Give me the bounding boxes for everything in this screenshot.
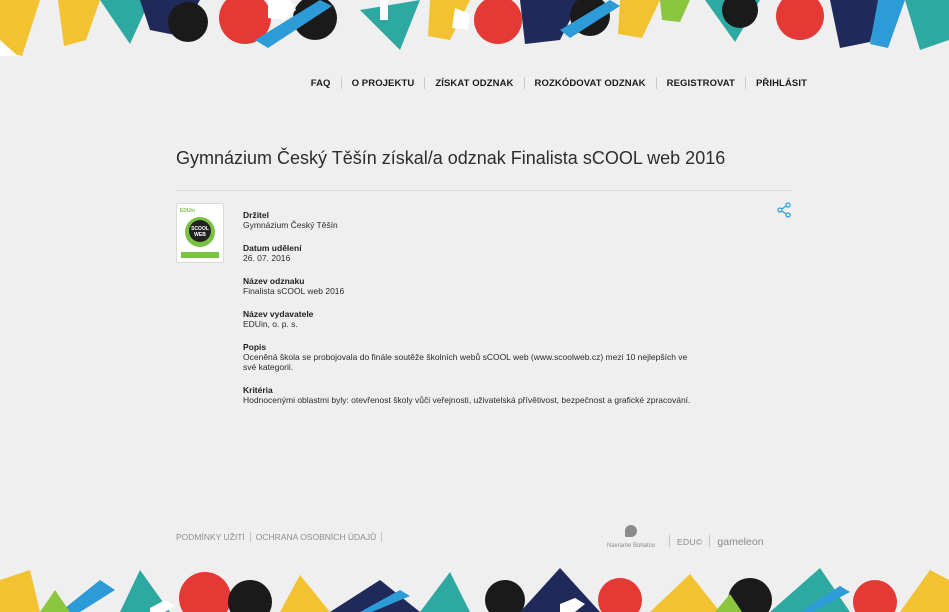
field-label: Popis bbox=[243, 342, 267, 352]
partner-divider bbox=[709, 535, 711, 547]
nav-registrovat[interactable]: REGISTROVAT bbox=[667, 78, 735, 89]
partner-logo-gameleon[interactable]: gameleon bbox=[717, 536, 763, 548]
nav-divider bbox=[424, 77, 426, 89]
footer-links: PODMÍNKY UŽITÍ OCHRANA OSOBNÍCH ÚDAJŮ bbox=[176, 532, 387, 542]
nav-divider bbox=[655, 77, 657, 89]
field-value: Gymnázium Český Těšín bbox=[243, 220, 338, 230]
field-criteria: Kritéria Hodnocenými oblastmi byly: otev… bbox=[243, 385, 693, 405]
page-title: Gymnázium Český Těšín získal/a odznak Fi… bbox=[176, 148, 726, 168]
nav-divider bbox=[744, 77, 746, 89]
footer-divider bbox=[381, 532, 383, 542]
field-label: Držitel bbox=[243, 210, 269, 220]
nav-rozkodovat-odznak[interactable]: ROZKÓDOVAT ODZNAK bbox=[535, 78, 646, 89]
badge-text-line2: WEB bbox=[194, 232, 206, 238]
bottom-decorative-banner bbox=[0, 560, 949, 612]
partner-logos: Navrame Bohatce EDU© gameleon bbox=[600, 513, 791, 549]
field-value: Finalista sCOOL web 2016 bbox=[243, 286, 345, 296]
nav-o-projektu[interactable]: O PROJEKTU bbox=[352, 78, 415, 89]
field-holder: Držitel Gymnázium Český Těšín bbox=[243, 210, 693, 230]
main-navigation: FAQ O PROJEKTU ZÍSKAT ODZNAK ROZKÓDOVAT … bbox=[311, 77, 807, 89]
nav-prihlasit[interactable]: PŘIHLÁSIT bbox=[756, 78, 807, 89]
badge-brand: EDUin bbox=[180, 208, 195, 214]
field-issuer: Název vydavatele EDUin, o. p. s. bbox=[243, 309, 693, 329]
field-label: Kritéria bbox=[243, 385, 273, 395]
field-value: 26. 07. 2016 bbox=[243, 253, 291, 263]
nav-divider bbox=[340, 77, 342, 89]
badge-details: Držitel Gymnázium Český Těšín Datum uděl… bbox=[243, 210, 693, 418]
field-label: Název odznaku bbox=[243, 276, 305, 286]
field-value: EDUin, o. p. s. bbox=[243, 319, 298, 329]
field-description: Popis Oceněná škola se probojovala do fi… bbox=[243, 342, 693, 372]
top-decorative-banner bbox=[0, 0, 949, 56]
field-badge-name: Název odznaku Finalista sCOOL web 2016 bbox=[243, 276, 693, 296]
badge-image: EDUin SCOOL WEB bbox=[176, 203, 224, 263]
partner-logo-1[interactable]: Navrame Bohatce bbox=[600, 525, 662, 549]
partner-logo-1-text: Navrame Bohatce bbox=[606, 543, 656, 549]
nav-ziskat-odznak[interactable]: ZÍSKAT ODZNAK bbox=[435, 78, 513, 89]
field-value: Oceněná škola se probojovala do finále s… bbox=[243, 352, 688, 372]
nav-divider bbox=[523, 77, 525, 89]
partner-divider bbox=[669, 535, 670, 547]
field-value: Hodnocenými oblastmi byly: otevřenost šk… bbox=[243, 395, 691, 405]
footer-divider bbox=[249, 532, 251, 542]
nav-faq[interactable]: FAQ bbox=[311, 78, 331, 89]
partner-logo-icon bbox=[625, 525, 637, 537]
partner-logo-eduin[interactable]: EDU© bbox=[677, 537, 702, 547]
footer-link-privacy[interactable]: OCHRANA OSOBNÍCH ÚDAJŮ bbox=[256, 532, 376, 542]
footer-link-terms[interactable]: PODMÍNKY UŽITÍ bbox=[176, 532, 245, 542]
field-label: Datum udělení bbox=[243, 243, 302, 253]
field-date: Datum udělení 26. 07. 2016 bbox=[243, 243, 693, 263]
share-icon[interactable] bbox=[776, 202, 792, 218]
field-label: Název vydavatele bbox=[243, 309, 314, 319]
title-divider bbox=[176, 190, 791, 191]
